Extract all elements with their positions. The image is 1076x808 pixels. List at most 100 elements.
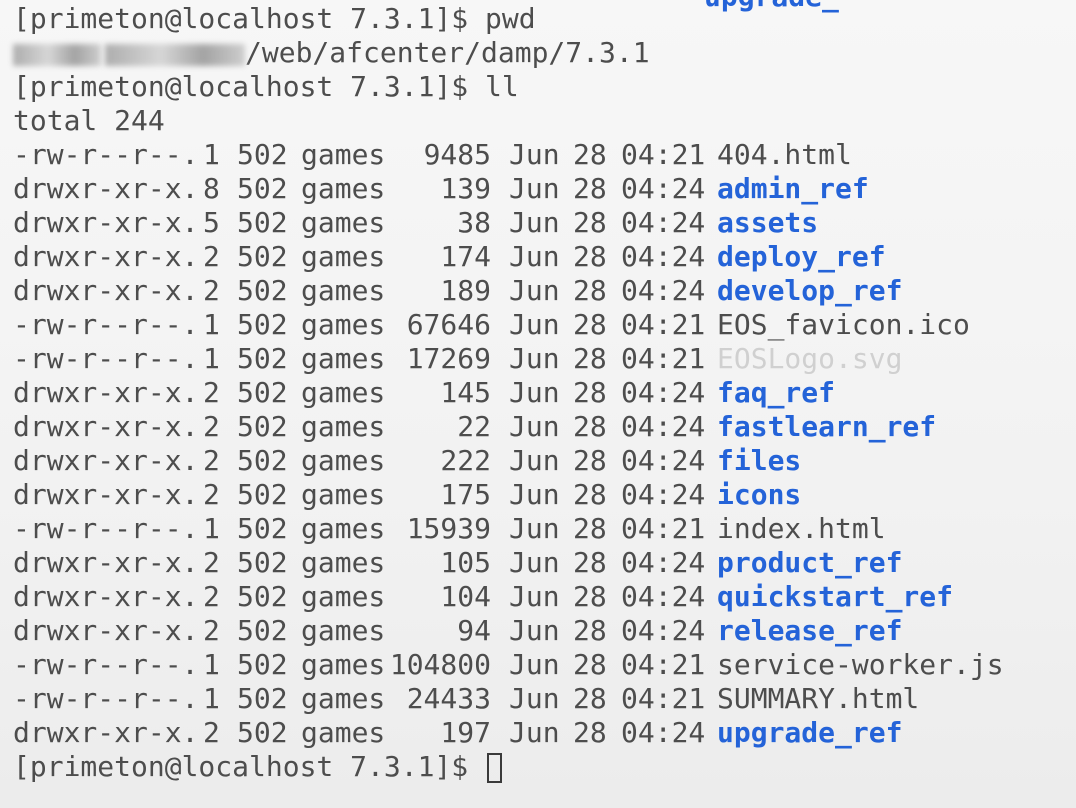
entry-size: 94	[457, 614, 491, 647]
terminal-output: [primeton@localhost 7.3.1]$ pwd /web/afc…	[13, 2, 1076, 784]
file-listing-row: drwxr-xr-x. 2 502 games 189 Jun 28 04:24 develop…	[13, 274, 1076, 308]
file-name: EOS_favicon.ico	[717, 308, 970, 341]
entry-owner: 502	[237, 274, 288, 307]
prompt-line-current: [primeton@localhost 7.3.1]$	[13, 750, 1076, 784]
entry-month: Jun	[509, 342, 560, 375]
file-listing-row: drwxr-xr-x. 2 502 games 222 Jun 28 04:24 files	[13, 444, 1076, 478]
entry-day: 28	[573, 682, 607, 715]
directory-name: product_ref	[717, 546, 903, 579]
entry-day: 28	[573, 478, 607, 511]
entry-time: 04:24	[621, 376, 706, 409]
directory-name: deploy_ref	[717, 240, 886, 273]
entry-day: 28	[573, 206, 607, 239]
directory-name: files	[717, 444, 802, 477]
entry-time: 04:24	[621, 410, 706, 443]
entry-owner: 502	[237, 376, 288, 409]
entry-day: 28	[573, 172, 607, 205]
entry-month: Jun	[509, 478, 560, 511]
entry-day: 28	[573, 512, 607, 545]
entry-day: 28	[573, 240, 607, 273]
entry-owner: 502	[237, 716, 288, 749]
entry-time: 04:21	[621, 138, 706, 171]
entry-group: games	[301, 614, 386, 647]
entry-owner: 502	[237, 512, 288, 545]
entry-month: Jun	[509, 274, 560, 307]
entry-links: 5	[203, 206, 220, 239]
entry-links: 8	[203, 172, 220, 205]
entry-perm: -rw-r--r--.	[13, 682, 199, 715]
entry-month: Jun	[509, 410, 560, 443]
entry-perm: drwxr-xr-x.	[13, 580, 199, 613]
directory-name: icons	[717, 478, 802, 511]
entry-links: 2	[203, 274, 220, 307]
directory-name: quickstart_ref	[717, 580, 954, 613]
directory-name: fastlearn_ref	[717, 410, 937, 443]
entry-links: 2	[203, 614, 220, 647]
entry-perm: drwxr-xr-x.	[13, 444, 199, 477]
entry-month: Jun	[509, 580, 560, 613]
entry-group: games	[301, 580, 386, 613]
prompt-line-ll: [primeton@localhost 7.3.1]$ ll	[13, 70, 1076, 104]
redacted-path-segment	[13, 44, 101, 66]
text-cursor[interactable]	[487, 753, 503, 783]
file-listing-row: drwxr-xr-x. 8 502 games 139 Jun 28 04:24 admin_r…	[13, 172, 1076, 206]
entry-month: Jun	[509, 444, 560, 477]
terminal-window[interactable]: upgrade_ [primeton@localhost 7.3.1]$ pwd…	[0, 0, 1076, 808]
entry-time: 04:21	[621, 512, 706, 545]
entry-day: 28	[573, 342, 607, 375]
entry-size: 104800	[389, 648, 491, 681]
entry-size: 174	[440, 240, 491, 273]
entry-day: 28	[573, 376, 607, 409]
entry-group: games	[301, 376, 386, 409]
directory-name: upgrade_ref	[717, 716, 903, 749]
entry-owner: 502	[237, 444, 288, 477]
entry-day: 28	[573, 716, 607, 749]
entry-day: 28	[573, 138, 607, 171]
entry-perm: drwxr-xr-x.	[13, 172, 199, 205]
pwd-output: /web/afcenter/damp/7.3.1	[245, 36, 650, 69]
entry-perm: drwxr-xr-x.	[13, 614, 199, 647]
entry-group: games	[301, 342, 386, 375]
prompt-line-pwd: [primeton@localhost 7.3.1]$ pwd	[13, 2, 1076, 36]
entry-size: 189	[440, 274, 491, 307]
entry-owner: 502	[237, 546, 288, 579]
file-listing-row: -rw-r--r--. 1 502 games 24433 Jun 28 04:21 SUMMA…	[13, 682, 1076, 716]
entry-links: 2	[203, 580, 220, 613]
file-listing-row: -rw-r--r--. 1 502 games 9485 Jun 28 04:21 404.ht…	[13, 138, 1076, 172]
entry-size: 104	[440, 580, 491, 613]
file-listing-row: drwxr-xr-x. 5 502 games 38 Jun 28 04:24 assets	[13, 206, 1076, 240]
entry-month: Jun	[509, 648, 560, 681]
entry-size: 175	[440, 478, 491, 511]
directory-name: assets	[717, 206, 819, 239]
entry-perm: drwxr-xr-x.	[13, 240, 199, 273]
entry-day: 28	[573, 308, 607, 341]
entry-group: games	[301, 410, 386, 443]
entry-perm: drwxr-xr-x.	[13, 716, 199, 749]
shell-prompt: [primeton@localhost 7.3.1]$	[13, 2, 469, 35]
file-listing-row: -rw-r--r--. 1 502 games 67646 Jun 28 04:21 EOS_f…	[13, 308, 1076, 342]
entry-links: 2	[203, 444, 220, 477]
entry-links: 1	[203, 138, 220, 171]
entry-perm: -rw-r--r--.	[13, 138, 199, 171]
entry-month: Jun	[509, 682, 560, 715]
file-name: EOSLogo.svg	[717, 342, 903, 375]
file-listing-row: -rw-r--r--. 1 502 games 104800 Jun 28 04:21 serv…	[13, 648, 1076, 682]
entry-group: games	[301, 444, 386, 477]
file-listing-row: drwxr-xr-x. 2 502 games 175 Jun 28 04:24 icons	[13, 478, 1076, 512]
file-listing-row: drwxr-xr-x. 2 502 games 22 Jun 28 04:24 fastlear…	[13, 410, 1076, 444]
file-listing-row: -rw-r--r--. 1 502 games 17269 Jun 28 04:21 EOSLo…	[13, 342, 1076, 376]
entry-perm: drwxr-xr-x.	[13, 478, 199, 511]
entry-group: games	[301, 138, 386, 171]
entry-time: 04:21	[621, 682, 706, 715]
entry-day: 28	[573, 580, 607, 613]
entry-month: Jun	[509, 376, 560, 409]
entry-day: 28	[573, 546, 607, 579]
entry-time: 04:24	[621, 716, 706, 749]
entry-day: 28	[573, 614, 607, 647]
entry-month: Jun	[509, 614, 560, 647]
entry-month: Jun	[509, 172, 560, 205]
file-name: index.html	[717, 512, 886, 545]
entry-time: 04:21	[621, 342, 706, 375]
entry-month: Jun	[509, 512, 560, 545]
entry-day: 28	[573, 410, 607, 443]
